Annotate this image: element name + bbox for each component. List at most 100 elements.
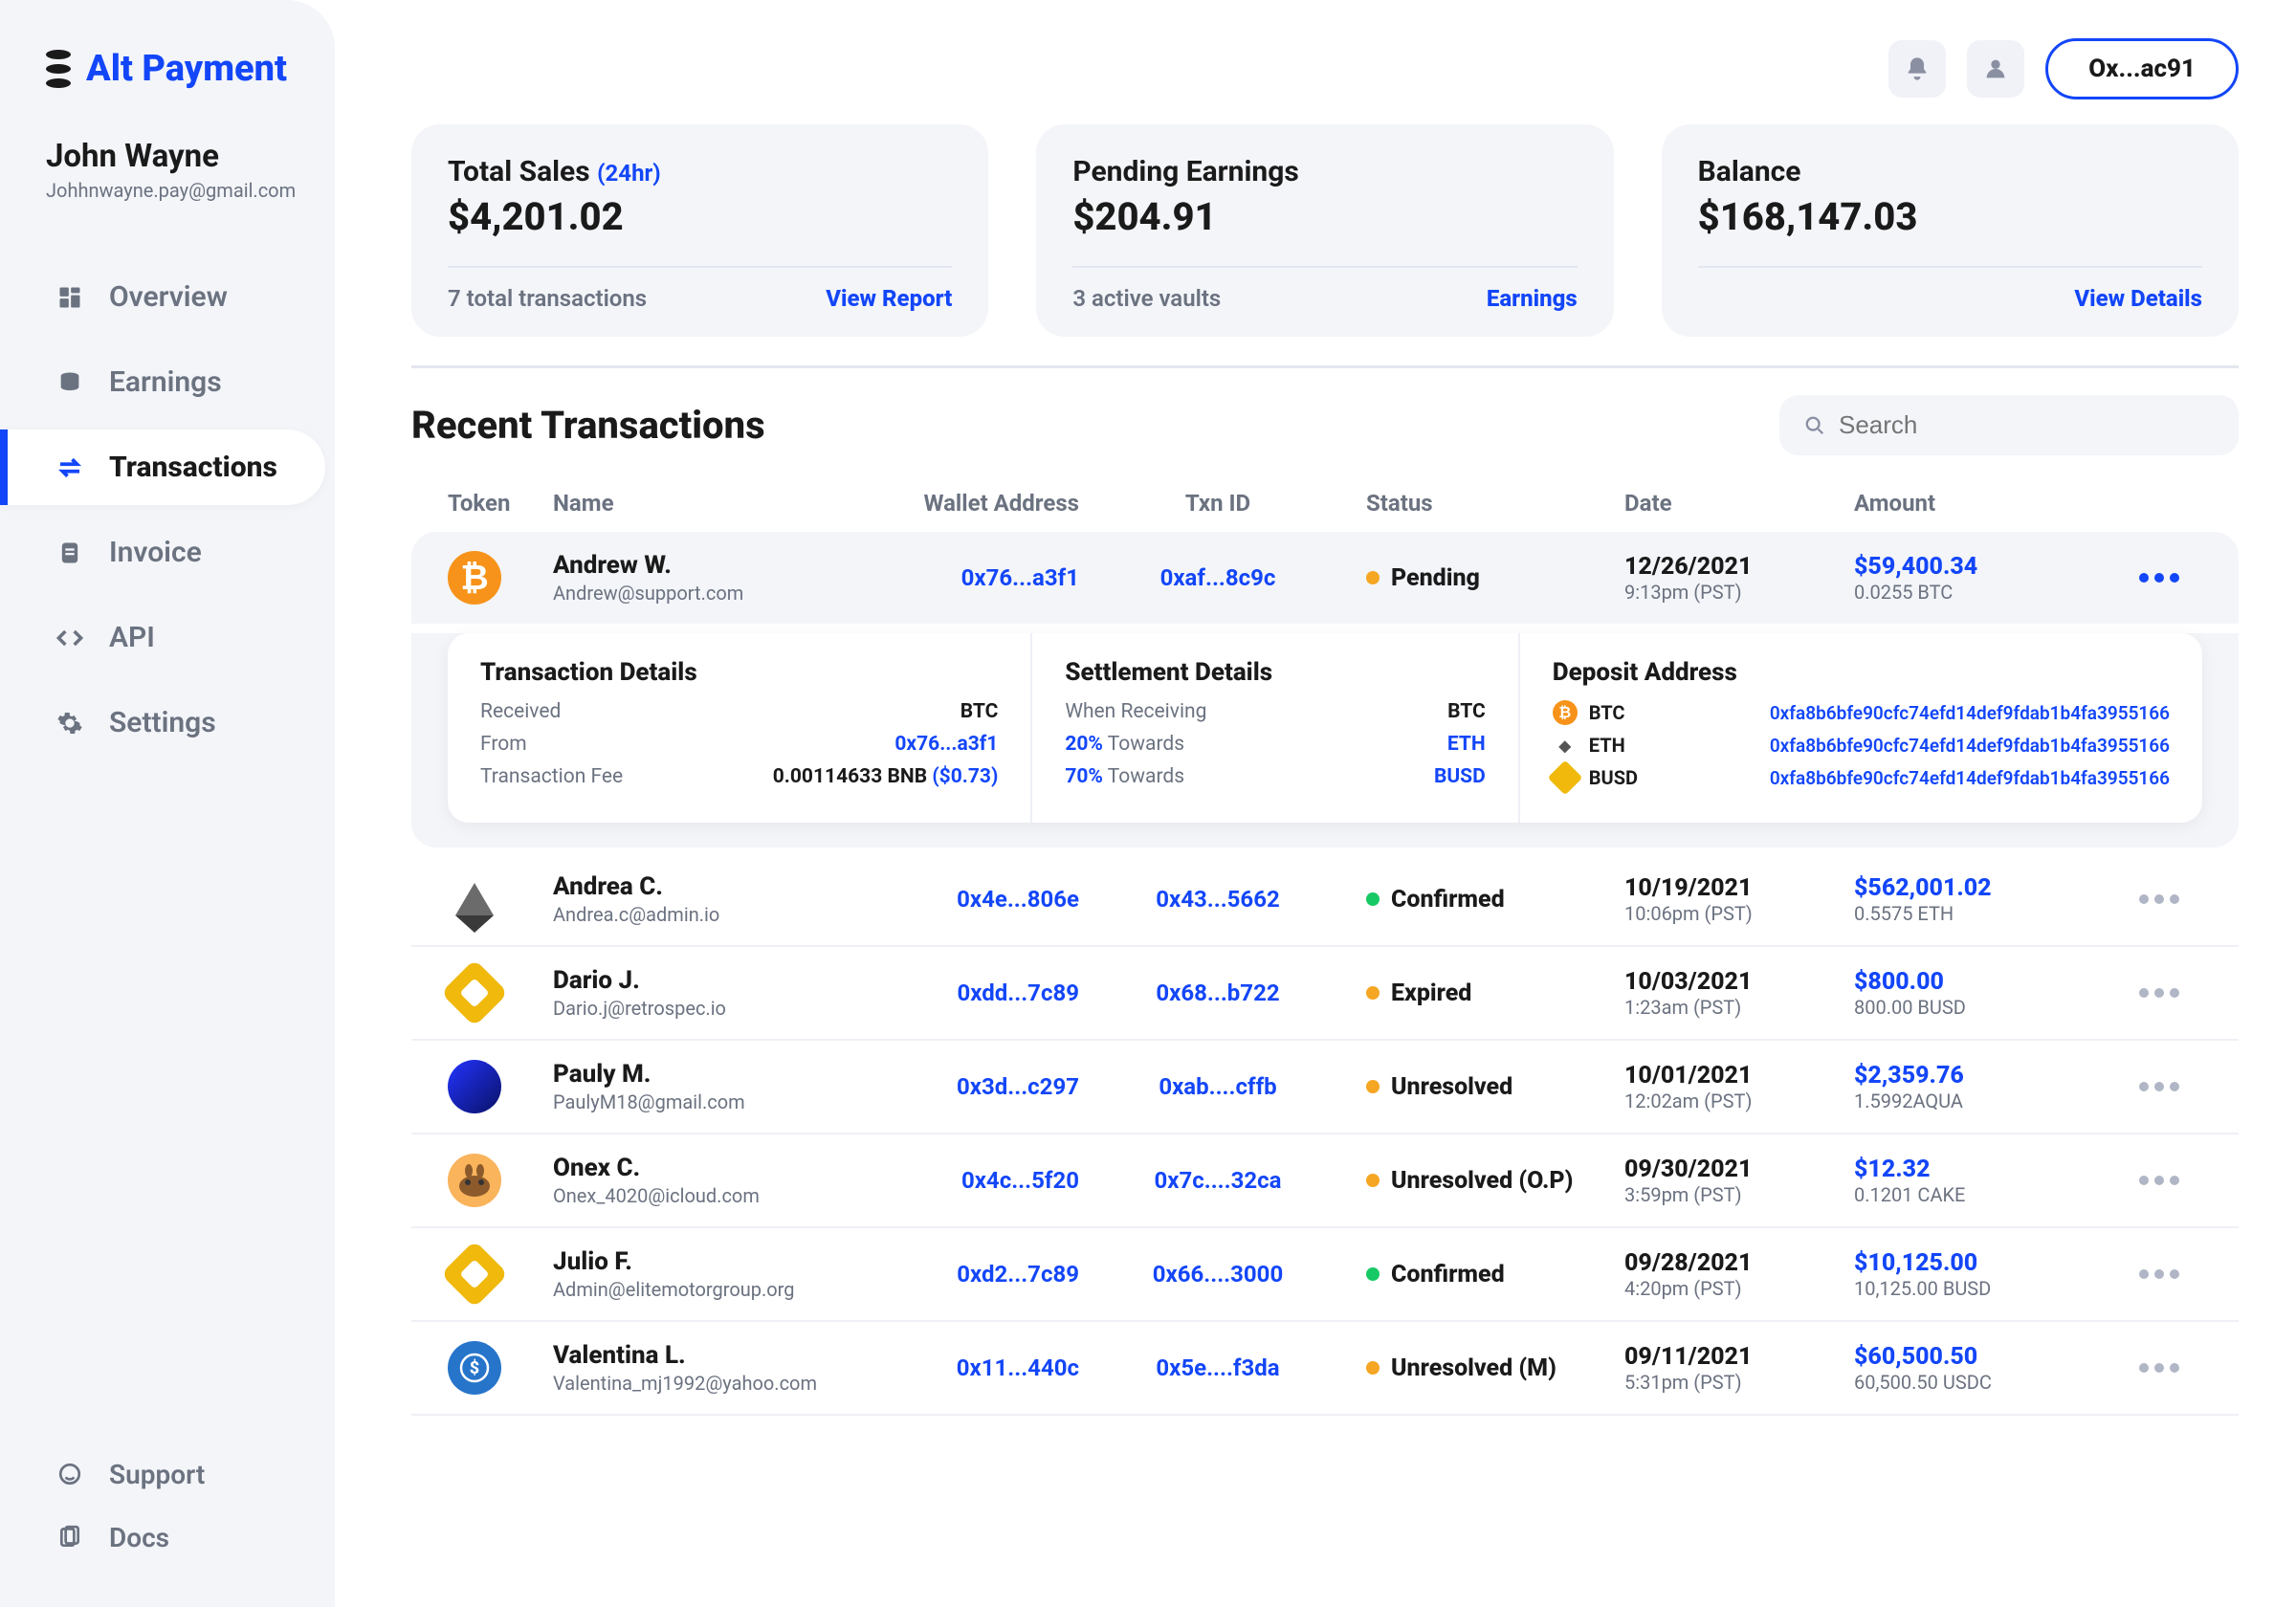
row-date: 12/26/2021	[1624, 553, 1844, 581]
row-name: Valentina L.	[553, 1341, 850, 1370]
token-cell: ₿	[448, 551, 543, 605]
search-icon	[1804, 414, 1825, 437]
wallet-address[interactable]: 0x4e...806e	[859, 886, 1098, 913]
row-amount: $12.32	[1854, 1156, 2093, 1183]
table-row[interactable]: Onex C. Onex_4020@icloud.com 0x4c...5f20…	[411, 1134, 2239, 1228]
busd-icon	[1547, 760, 1582, 796]
status-cell: Unresolved	[1337, 1073, 1615, 1101]
status-cell: Confirmed	[1337, 1261, 1615, 1288]
view-report-link[interactable]: View Report	[826, 285, 952, 312]
deposit-hash[interactable]: 0xfa8b6bfe90cfc74efd14def9fdab1b4fa39551…	[1770, 702, 2170, 724]
row-amount-sub: 800.00 BUSD	[1854, 996, 2093, 1019]
wallet-address[interactable]: 0xd2...7c89	[859, 1261, 1098, 1288]
table-row[interactable]: ₿ Andrew W. Andrew@support.com 0x76...a3…	[411, 532, 2239, 624]
sidebar-item-label: Invoice	[109, 536, 202, 569]
row-email: Valentina_mj1992@yahoo.com	[553, 1372, 850, 1395]
row-more-button[interactable]	[2103, 1082, 2179, 1091]
svg-text:$: $	[470, 1358, 479, 1378]
stat-subtitle: (24hr)	[597, 160, 661, 187]
profile-button[interactable]	[1967, 40, 2024, 98]
row-more-button[interactable]	[2103, 1176, 2179, 1185]
wallet-chip[interactable]: Ox...ac91	[2045, 38, 2239, 99]
date-cell: 09/28/2021 4:20pm (PST)	[1624, 1249, 1844, 1300]
table-row[interactable]: Pauly M. PaulyM18@gmail.com 0x3d...c297 …	[411, 1041, 2239, 1134]
row-date: 10/03/2021	[1624, 968, 1844, 996]
deposit-hash[interactable]: 0xfa8b6bfe90cfc74efd14def9fdab1b4fa39551…	[1770, 767, 2170, 789]
topbar: Ox...ac91	[411, 38, 2239, 99]
txn-id[interactable]: 0xaf...8c9c	[1108, 564, 1328, 591]
status-cell: Pending	[1337, 564, 1615, 592]
swap-icon	[54, 451, 86, 484]
notifications-button[interactable]	[1888, 40, 1946, 98]
token-cell	[448, 1154, 543, 1207]
row-more-button[interactable]	[2103, 988, 2179, 998]
table-row[interactable]: Andrea C. Andrea.c@admin.io 0x4e...806e …	[411, 853, 2239, 947]
view-details-link[interactable]: View Details	[2074, 285, 2202, 312]
sidebar-item-support[interactable]: Support	[0, 1442, 335, 1506]
amount-cell: $59,400.34 0.0255 BTC	[1854, 553, 2093, 604]
status-cell: Expired	[1337, 980, 1615, 1007]
search-box[interactable]	[1779, 395, 2239, 455]
stat-meta: 7 total transactions	[448, 285, 647, 312]
date-cell: 09/30/2021 3:59pm (PST)	[1624, 1156, 1844, 1206]
row-date: 10/19/2021	[1624, 874, 1844, 902]
table-row[interactable]: Julio F. Admin@elitemotorgroup.org 0xd2.…	[411, 1228, 2239, 1322]
wallet-address[interactable]: 0x11...440c	[859, 1354, 1098, 1381]
pancakeswap-icon	[448, 1154, 501, 1207]
amount-cell: $2,359.76 1.5992AQUA	[1854, 1062, 2093, 1112]
earnings-link[interactable]: Earnings	[1487, 285, 1578, 312]
sidebar-item-invoice[interactable]: Invoice	[0, 515, 335, 590]
search-input[interactable]	[1839, 410, 2214, 440]
sidebar-item-api[interactable]: API	[0, 600, 335, 675]
token-cell: $	[448, 1341, 543, 1395]
row-amount: $59,400.34	[1854, 553, 2093, 581]
sidebar-item-label: Docs	[109, 1522, 169, 1553]
table-row[interactable]: $ Valentina L. Valentina_mj1992@yahoo.co…	[411, 1322, 2239, 1416]
txn-id[interactable]: 0x7c....32ca	[1108, 1167, 1328, 1194]
sidebar-item-label: Transactions	[109, 451, 277, 484]
row-amount-sub: 0.0255 BTC	[1854, 581, 2093, 604]
txn-id[interactable]: 0x43...5662	[1108, 886, 1328, 913]
status-dot-icon	[1366, 986, 1380, 1000]
txn-id[interactable]: 0x5e....f3da	[1108, 1354, 1328, 1381]
amount-cell: $562,001.02 0.5575 ETH	[1854, 874, 2093, 925]
sidebar-item-transactions[interactable]: Transactions	[0, 429, 325, 505]
sidebar-item-overview[interactable]: Overview	[0, 259, 335, 335]
status-label: Confirmed	[1391, 886, 1505, 914]
table-row[interactable]: Dario J. Dario.j@retrospec.io 0xdd...7c8…	[411, 947, 2239, 1041]
row-more-button[interactable]	[2103, 1363, 2179, 1373]
txn-id[interactable]: 0xab....cffb	[1108, 1073, 1328, 1100]
status-dot-icon	[1366, 892, 1380, 906]
from-address[interactable]: 0x76...a3f1	[894, 733, 998, 756]
sidebar-item-label: Overview	[109, 280, 228, 314]
row-amount: $60,500.50	[1854, 1343, 2093, 1371]
bitcoin-icon: ₿	[1553, 700, 1578, 725]
ethereum-icon: ◆	[1553, 733, 1578, 758]
primary-nav: Overview Earnings Transactions Invoice	[0, 259, 335, 1442]
col-txn: Txn ID	[1108, 490, 1328, 517]
user-email: Johhnwayne.pay@gmail.com	[46, 179, 289, 202]
wallet-address[interactable]: 0x76...a3f1	[859, 564, 1098, 591]
status-label: Unresolved (M)	[1391, 1354, 1556, 1382]
sidebar-item-settings[interactable]: Settings	[0, 685, 335, 760]
deposit-title: Deposit Address	[1553, 658, 2170, 687]
row-more-button[interactable]	[2103, 573, 2179, 583]
date-cell: 09/11/2021 5:31pm (PST)	[1624, 1343, 1844, 1394]
row-name: Onex C.	[553, 1154, 850, 1182]
txn-id[interactable]: 0x66....3000	[1108, 1261, 1328, 1288]
sidebar-item-earnings[interactable]: Earnings	[0, 344, 335, 420]
wallet-address[interactable]: 0xdd...7c89	[859, 980, 1098, 1006]
wallet-address[interactable]: 0x3d...c297	[859, 1073, 1098, 1100]
brand-logo: Alt Payment	[0, 48, 335, 138]
sidebar-item-docs[interactable]: Docs	[0, 1506, 335, 1569]
name-cell: Julio F. Admin@elitemotorgroup.org	[553, 1247, 850, 1301]
deposit-hash[interactable]: 0xfa8b6bfe90cfc74efd14def9fdab1b4fa39551…	[1770, 735, 2170, 757]
row-amount-sub: 0.5575 ETH	[1854, 902, 2093, 925]
sidebar-item-label: API	[109, 621, 155, 654]
row-more-button[interactable]	[2103, 1269, 2179, 1279]
row-email: Andrew@support.com	[553, 582, 850, 605]
wallet-address[interactable]: 0x4c...5f20	[859, 1167, 1098, 1194]
date-cell: 10/03/2021 1:23am (PST)	[1624, 968, 1844, 1019]
row-more-button[interactable]	[2103, 894, 2179, 904]
txn-id[interactable]: 0x68...b722	[1108, 980, 1328, 1006]
